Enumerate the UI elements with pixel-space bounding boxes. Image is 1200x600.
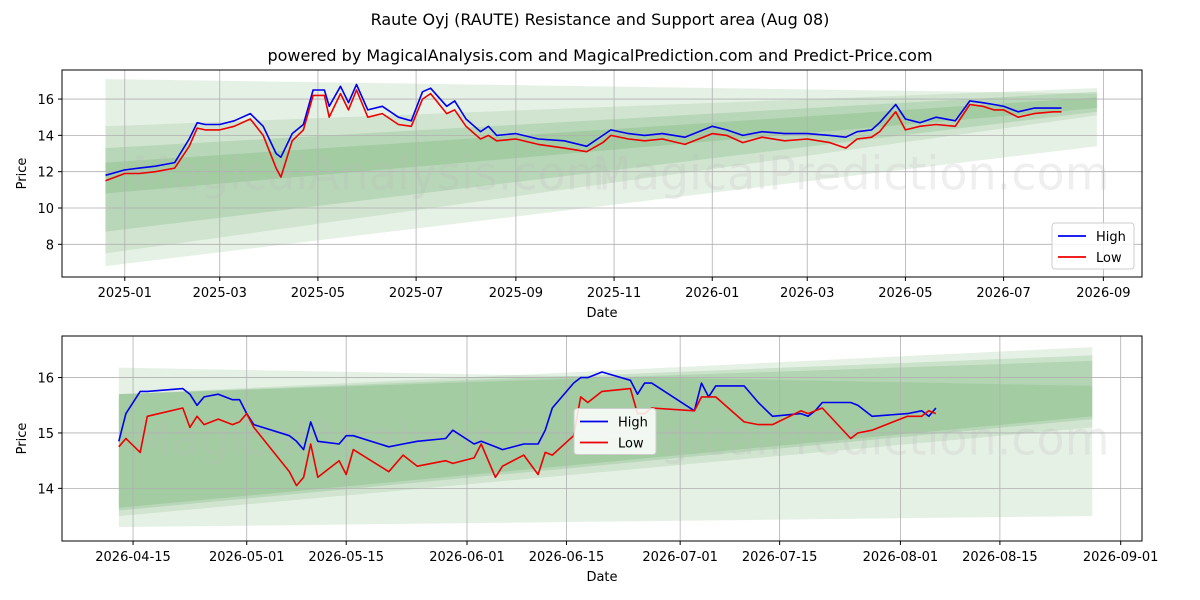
y-tick-label: 16 <box>37 372 54 387</box>
x-tick-label: 2026-06-15 <box>529 550 605 565</box>
y-tick-label: 15 <box>37 427 54 442</box>
x-tick-label: 2026-08-15 <box>962 550 1038 565</box>
x-tick-label: 2026-09 <box>1076 286 1130 301</box>
x-tick-label: 2025-01 <box>98 286 152 301</box>
chart-figure: MagicalAnalysis.comMagicalPrediction.com… <box>15 69 1159 585</box>
x-axis-label: Date <box>586 306 617 321</box>
x-tick-label: 2026-04-15 <box>95 550 171 565</box>
panel-1: MagicalAnalysis.comMagicalPrediction.com… <box>15 69 1143 321</box>
panel-2: MagicalAnalysis.comMagicalPrediction.com… <box>15 335 1159 585</box>
x-tick-label: 2026-01 <box>685 286 739 301</box>
x-tick-label: 2026-05-01 <box>209 550 285 565</box>
y-tick-label: 14 <box>37 482 54 497</box>
x-tick-label: 2026-09-01 <box>1083 550 1159 565</box>
x-tick-label: 2026-07-01 <box>642 550 718 565</box>
x-tick-label: 2026-06-01 <box>429 550 505 565</box>
y-axis-label: Price <box>15 158 30 190</box>
x-tick-label: 2026-05 <box>878 286 932 301</box>
y-tick-label: 8 <box>46 238 54 253</box>
y-tick-label: 10 <box>37 202 54 217</box>
watermark-right: MagicalPrediction.com <box>592 147 1110 201</box>
watermark-left: MagicalAnalysis.com <box>132 412 611 466</box>
legend-label-low: Low <box>618 437 644 452</box>
x-tick-label: 2025-11 <box>587 286 641 301</box>
legend: High Low <box>1051 222 1135 270</box>
x-tick-label: 2026-08-01 <box>863 550 939 565</box>
legend-label-high: High <box>618 416 648 431</box>
y-tick-label: 12 <box>37 166 54 181</box>
legend-label-high: High <box>1096 230 1126 245</box>
x-tick-label: 2026-07-15 <box>742 550 818 565</box>
x-axis-label: Date <box>586 570 617 585</box>
x-tick-label: 2026-05-15 <box>308 550 384 565</box>
y-tick-label: 14 <box>37 129 54 144</box>
x-tick-label: 2025-03 <box>193 286 247 301</box>
x-tick-label: 2025-09 <box>489 286 543 301</box>
x-tick-label: 2025-05 <box>291 286 345 301</box>
y-tick-label: 16 <box>37 93 54 108</box>
x-tick-label: 2026-03 <box>780 286 834 301</box>
x-tick-label: 2026-07 <box>976 286 1030 301</box>
y-axis-label: Price <box>15 423 30 455</box>
x-tick-label: 2025-07 <box>389 286 443 301</box>
legend: High Low <box>573 408 657 455</box>
legend-label-low: Low <box>1096 251 1122 266</box>
watermark-left: MagicalAnalysis.com <box>132 147 611 201</box>
